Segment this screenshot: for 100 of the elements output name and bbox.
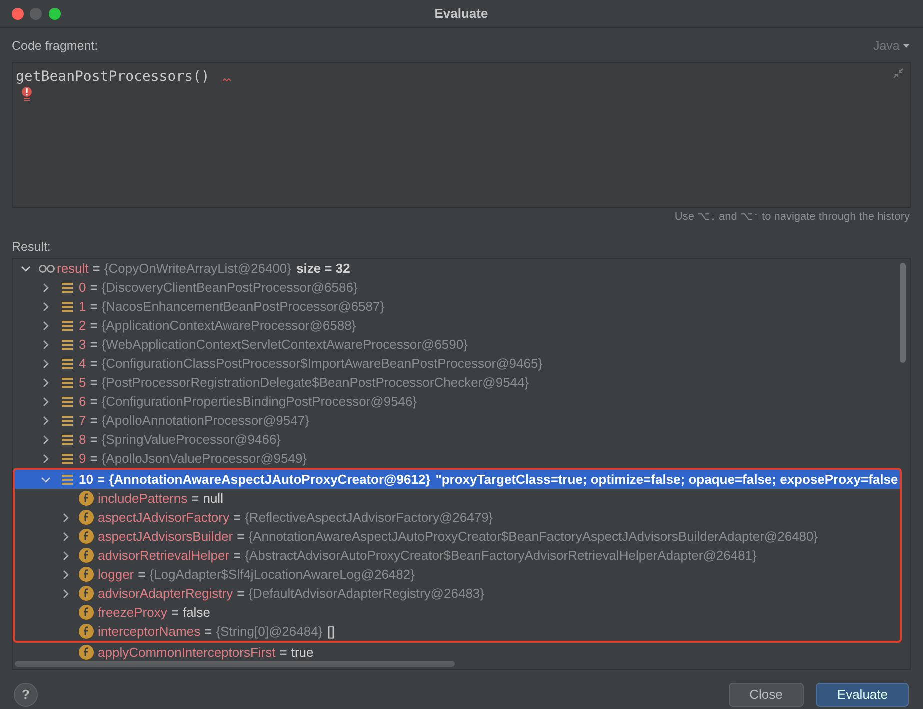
equals-sign: = (90, 298, 98, 316)
tree-row[interactable]: 5 = {PostProcessorRegistrationDelegate$BeanPostProcessorChecker@9544} (13, 373, 910, 392)
node-name: aspectJAdvisorsBuilder (98, 528, 234, 546)
node-reference: {AnnotationAwareAspectJAutoProxyCreator@9612} (109, 470, 431, 489)
equals-sign: = (90, 392, 98, 411)
node-value: size = 32 (296, 260, 350, 278)
result-label: Result: (12, 240, 51, 254)
tree-row[interactable]: advisorRetrievalHelper = {AbstractAdvisorAutoProxyCreator$BeanFactoryAdvisorRetrievalHelperAdapter@26481} (13, 546, 902, 565)
help-button[interactable]: ? (14, 683, 38, 707)
node-reference: {DiscoveryClientBeanPostProcessor@6586} (102, 278, 358, 297)
field-icon (79, 605, 94, 620)
node-reference: {NacosEnhancementBeanPostProcessor@6587} (102, 298, 385, 316)
tree-row[interactable]: logger = {LogAdapter$Slf4jLocationAwareLog@26482} (13, 565, 902, 584)
code-input[interactable]: getBeanPostProcessors() (16, 66, 210, 88)
field-icon (79, 567, 94, 582)
equals-sign: = (280, 644, 288, 662)
list-icon (62, 340, 73, 350)
field-icon (79, 586, 94, 601)
node-name: 5 (79, 374, 86, 392)
node-name: logger (98, 566, 134, 584)
list-icon (62, 282, 73, 292)
node-name: 6 (79, 392, 86, 411)
node-reference: {AbstractAdvisorAutoProxyCreator$BeanFactoryAdvisorRetrievalHelperAdapter@26481} (245, 546, 757, 565)
node-name: 2 (79, 316, 86, 335)
field-icon (79, 510, 94, 525)
node-name: advisorRetrievalHelper (98, 546, 230, 565)
tree-row[interactable]: 10 = {AnnotationAwareAspectJAutoProxyCreator@9612} "proxyTargetClass=true; optimize=false; opaque=false; exposeProxy=false (13, 468, 902, 489)
tree-row[interactable]: 9 = {ApolloJsonValueProcessor@9549} (13, 449, 910, 468)
node-reference: {ApplicationContextAwareProcessor@6588} (102, 316, 356, 335)
node-reference: {ApolloAnnotationProcessor@9547} (102, 412, 310, 430)
tree-row[interactable]: 4 = {ConfigurationClassPostProcessor$ImportAwareBeanPostProcessor@9465} (13, 354, 910, 373)
window-title: Evaluate (434, 4, 488, 23)
node-reference: {String[0]@26484} (216, 622, 323, 641)
equals-sign: = (90, 430, 98, 449)
tree-row[interactable]: 1 = {NacosEnhancementBeanPostProcessor@6587} (13, 297, 910, 316)
field-icon (79, 548, 94, 563)
node-value: null (203, 490, 224, 508)
field-icon (79, 624, 94, 639)
node-reference: {DefaultAdvisorAdapterRegistry@26483} (248, 584, 484, 603)
tree-row[interactable]: includePatterns = null (13, 489, 902, 508)
node-value: false (182, 604, 210, 622)
list-icon (62, 378, 73, 388)
node-name: 0 (79, 278, 86, 297)
list-icon (62, 434, 73, 444)
equals-sign: = (204, 622, 212, 641)
tree-row[interactable]: aspectJAdvisorFactory = {ReflectiveAspectJAdvisorFactory@26479} (13, 508, 902, 527)
tree-row[interactable]: interceptorNames = {String[0]@26484} [] (13, 622, 902, 643)
horizontal-scrollbar[interactable] (15, 661, 455, 667)
node-name: result (57, 260, 89, 278)
tree-row[interactable]: 3 = {WebApplicationContextServletContextAwareProcessor@6590} (13, 335, 910, 354)
equals-sign: = (237, 584, 245, 603)
list-icon (62, 454, 73, 464)
vertical-scrollbar[interactable] (900, 263, 906, 363)
node-name: 10 (79, 470, 94, 489)
equals-sign: = (171, 604, 179, 622)
history-hint: Use ⌥↓ and ⌥↑ to navigate through the history (674, 210, 910, 225)
node-name: applyCommonInterceptorsFirst (98, 644, 276, 662)
tree-row[interactable]: 0 = {DiscoveryClientBeanPostProcessor@6586} (13, 278, 910, 297)
code-fragment-label: Code fragment: (12, 38, 98, 55)
node-reference: {ApolloJsonValueProcessor@9549} (102, 450, 308, 468)
node-name: interceptorNames (98, 622, 201, 641)
tree-row[interactable]: 7 = {ApolloAnnotationProcessor@9547} (13, 411, 910, 430)
collapse-icon[interactable] (893, 68, 904, 79)
node-name: 4 (79, 354, 86, 373)
tree-row[interactable]: 2 = {ApplicationContextAwareProcessor@6588} (13, 316, 910, 335)
node-name: 1 (79, 298, 86, 316)
equals-sign: = (92, 260, 100, 278)
node-reference: {AnnotationAwareAspectJAutoProxyCreator$BeanFactoryAspectJAdvisorsBuilderAdapter@26480} (248, 528, 818, 546)
tree-row[interactable]: 8 = {SpringValueProcessor@9466} (13, 430, 910, 449)
equals-sign: = (90, 374, 98, 392)
close-button[interactable] (12, 8, 24, 20)
node-reference: {SpringValueProcessor@9466} (102, 430, 282, 449)
node-name: aspectJAdvisorFactory (98, 508, 230, 527)
node-reference: {LogAdapter$Slf4jLocationAwareLog@26482} (150, 566, 415, 584)
node-reference: {ConfigurationPropertiesBindingPostProcessor@9546} (102, 392, 418, 411)
tree-row[interactable]: result = {CopyOnWriteArrayList@26400} size = 32 (13, 259, 910, 278)
equals-sign: = (90, 354, 98, 373)
dialog-button[interactable]: Evaluate (816, 683, 909, 707)
equals-sign: = (90, 316, 98, 335)
list-icon (62, 302, 73, 312)
tree-row[interactable]: advisorAdapterRegistry = {DefaultAdvisorAdapterRegistry@26483} (13, 584, 902, 603)
node-reference: {WebApplicationContextServletContextAwareProcessor@6590} (102, 336, 468, 354)
node-reference: {CopyOnWriteArrayList@26400} (104, 260, 292, 278)
node-reference: {ConfigurationClassPostProcessor$ImportAwareBeanPostProcessor@9465} (102, 354, 543, 373)
node-value: [] (328, 622, 335, 641)
equals-sign: = (237, 528, 245, 546)
equals-sign: = (90, 278, 98, 297)
node-name: freezeProxy (98, 604, 168, 622)
caret-icon[interactable] (903, 44, 910, 48)
node-reference: {PostProcessorRegistrationDelegate$BeanPostProcessorChecker@9544} (102, 374, 530, 392)
tree-row[interactable]: aspectJAdvisorsBuilder = {AnnotationAwareAspectJAutoProxyCreator$BeanFactoryAspectJAdvisorsBuilderAdapter@26480} (13, 527, 902, 546)
list-icon (62, 396, 73, 406)
dialog-button[interactable]: Close (728, 683, 804, 707)
field-icon (79, 645, 94, 660)
tree-row[interactable]: freezeProxy = false (13, 603, 902, 622)
tree-row[interactable]: applyCommonInterceptorsFirst = true (13, 643, 910, 662)
zoom-button[interactable] (48, 8, 60, 20)
equals-sign: = (90, 336, 98, 354)
field-icon (79, 529, 94, 544)
tree-row[interactable]: 6 = {ConfigurationPropertiesBindingPostProcessor@9546} (13, 392, 910, 411)
